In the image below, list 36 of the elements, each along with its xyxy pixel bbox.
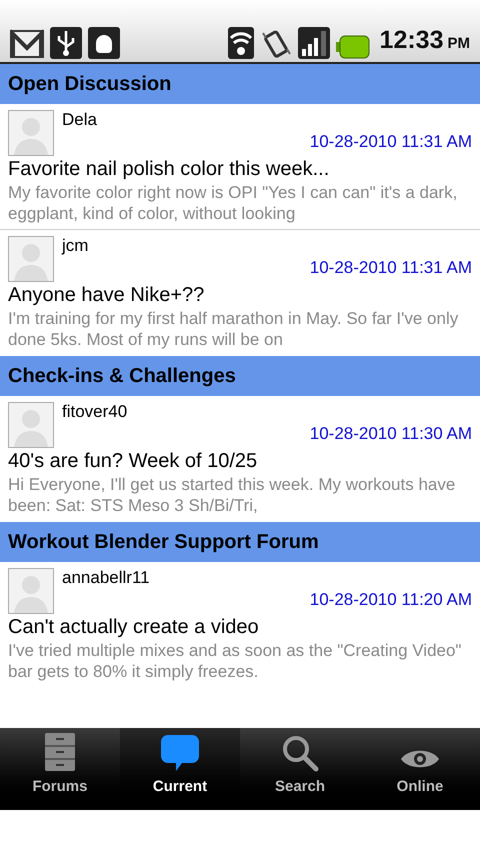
avatar-icon <box>8 568 54 614</box>
avatar-icon <box>8 110 54 156</box>
post-date: 10-28-2010 11:31 AM <box>310 258 472 278</box>
avatar-icon <box>8 236 54 282</box>
post-title: 40's are fun? Week of 10/25 <box>8 449 258 474</box>
post-title: Can't actually create a video <box>8 615 260 640</box>
section-title: Check-ins & Challenges <box>8 364 236 389</box>
usb-icon <box>50 27 82 59</box>
clock-period: PM <box>448 34 470 54</box>
search-icon <box>281 734 319 772</box>
avatar-icon <box>8 402 54 448</box>
section-title: Open Discussion <box>8 72 172 97</box>
cabinet-icon <box>44 732 76 772</box>
post-title: Anyone have Nike+?? <box>8 283 206 308</box>
tab[interactable]: Search <box>240 728 360 810</box>
clock-time: 12:33 <box>380 24 444 56</box>
wifi-icon <box>228 27 254 59</box>
post-date: 10-28-2010 11:31 AM <box>310 132 472 152</box>
post-preview: I've tried multiple mixes and as soon as the "Creating Video" bar gets to 80% it simply freezes. <box>8 640 462 682</box>
post-date: 10-28-2010 11:30 AM <box>310 424 472 444</box>
post-preview: Hi Everyone, I'll get us started this week. My workouts have been: Sat: STS Meso 3 Sh/Bi/Tri, <box>8 474 456 516</box>
post-preview: My favorite color right now is OPI "Yes I can can" it's a dark, eggplant, kind of color, without looking <box>8 182 458 224</box>
post-date: 10-28-2010 11:20 AM <box>310 590 472 610</box>
tab[interactable]: Forums <box>0 728 120 810</box>
post-title: Favorite nail polish color this week... <box>8 157 330 182</box>
post-preview: I'm training for my first half marathon in May. So far I've only done 5ks. Most of my runs will be on <box>8 308 460 350</box>
battery-icon <box>336 35 370 59</box>
signal-icon <box>298 27 330 59</box>
tab[interactable]: Online <box>360 728 480 810</box>
author-name: fitover40 <box>62 402 128 422</box>
section-title: Workout Blender Support Forum <box>8 530 319 555</box>
author-name: annabellr11 <box>62 568 150 588</box>
author-name: Dela <box>62 110 97 130</box>
author-name: jcm <box>62 236 88 256</box>
speech-bubble-icon <box>160 734 200 772</box>
mail-icon <box>10 29 44 59</box>
